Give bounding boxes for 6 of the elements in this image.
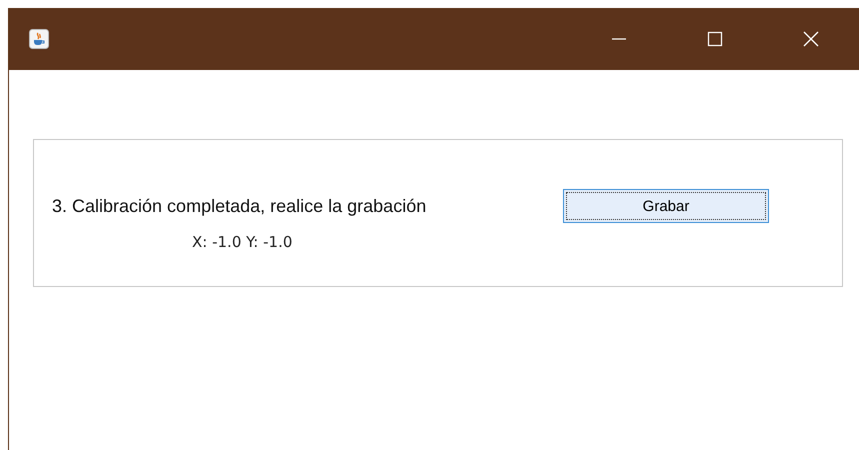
- coordinates-text: X: -1.0 Y: -1.0: [192, 233, 294, 251]
- maximize-icon[interactable]: [707, 31, 723, 47]
- record-button[interactable]: Grabar: [563, 189, 769, 223]
- close-icon[interactable]: [803, 31, 819, 47]
- cup-icon[interactable]: [29, 29, 49, 49]
- instruction-text: 3. Calibración completada, realice la grabación: [52, 196, 428, 216]
